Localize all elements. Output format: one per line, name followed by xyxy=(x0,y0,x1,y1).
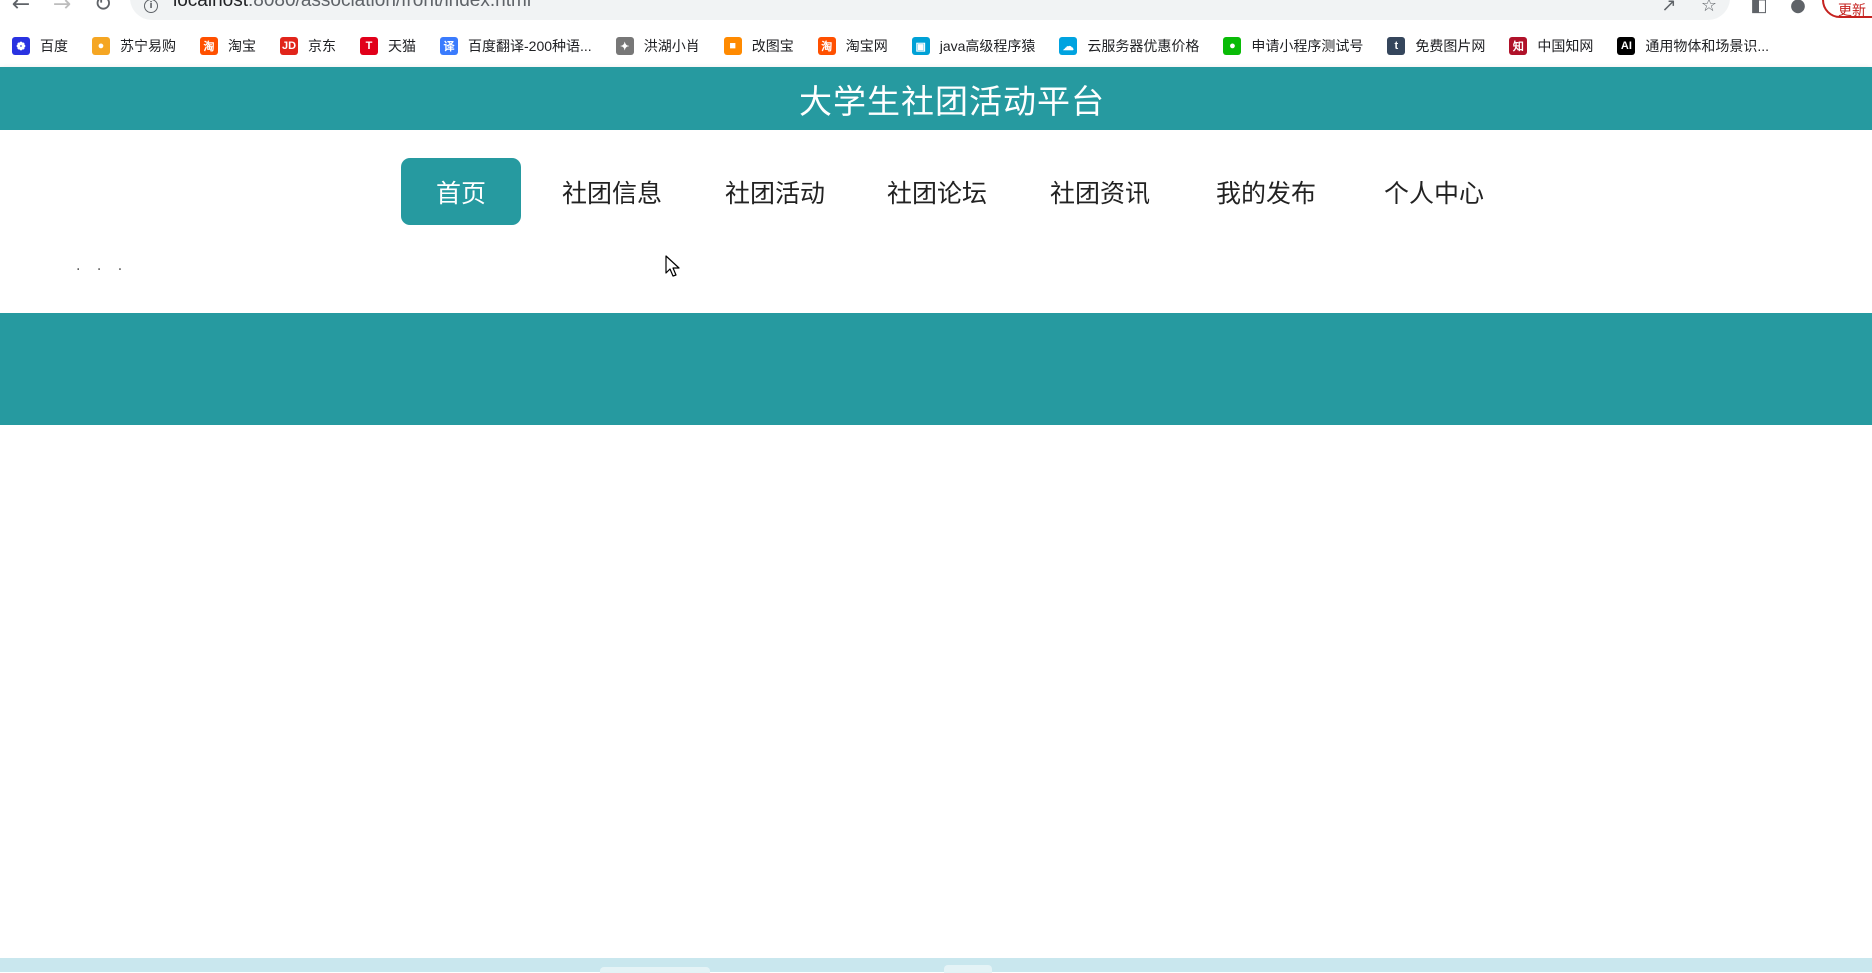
bookmark-label: 天猫 xyxy=(388,38,416,54)
url-host: localhost xyxy=(173,0,248,11)
translate-icon: 译 xyxy=(440,37,458,55)
bookmark-item[interactable]: 淘淘宝网 xyxy=(817,32,898,60)
bookmark-item[interactable]: 译百度翻译-200种语... xyxy=(440,32,602,60)
share-icon[interactable]: ↗ xyxy=(1658,0,1680,16)
bookmark-label: 百度翻译-200种语... xyxy=(468,38,592,54)
nav-item-club-forum[interactable]: 社团论坛 xyxy=(877,158,997,225)
back-arrow-icon[interactable]: ← xyxy=(8,0,34,18)
bookmark-label: 中国知网 xyxy=(1537,38,1594,54)
bilibili-icon: ▣ xyxy=(911,37,930,55)
hero-banner xyxy=(0,313,1872,425)
main-nav: 首页 社团信息 社团活动 社团论坛 社团资讯 我的发布 个人中心 xyxy=(0,130,1872,255)
url-text[interactable]: localhost:8080/association/front/index.h… xyxy=(173,0,531,12)
bookmark-item[interactable]: ▣ java高级程序猿 xyxy=(911,32,1046,60)
bookmark-item[interactable]: ✦ 洪湖小肖 xyxy=(615,32,710,60)
suning-icon: ● xyxy=(92,37,110,55)
bookmarks-bar: ❁ 百度 ● 苏宁易购淘淘宝 JD 京东 T 天猫译百度翻译-200种语... ✦ 洪湖小肖 ■ 改图… xyxy=(0,26,1872,66)
update-button[interactable]: 更新 xyxy=(1822,0,1872,19)
nav-item-home[interactable]: 首页 xyxy=(401,158,521,225)
bookmark-item[interactable]: ■ 改图宝 xyxy=(723,32,804,60)
mouse-cursor-icon xyxy=(665,255,680,277)
bookmark-item[interactable]: T 天猫 xyxy=(360,32,426,60)
bookmark-item[interactable]: ❁ 百度 xyxy=(12,32,78,60)
tmall-icon: T xyxy=(360,37,378,55)
bookmark-item[interactable]: 知中国知网 xyxy=(1509,32,1603,60)
browser-toolbar: ← → ↻ i localhost:8080/association/front… xyxy=(0,0,1872,26)
nav-item-my-posts[interactable]: 我的发布 xyxy=(1206,158,1326,225)
site-header: 大学生社团活动平台 xyxy=(0,67,1872,130)
nav-item-club-info[interactable]: 社团信息 xyxy=(552,158,672,225)
bookmark-item[interactable]: ● 申请小程序测试号 xyxy=(1223,32,1373,60)
baidu-paw-icon: ❁ xyxy=(12,37,30,55)
bookmark-label: 改图宝 xyxy=(751,38,794,54)
site-title: 大学生社团活动平台 xyxy=(799,81,1105,121)
bee-icon: ✦ xyxy=(615,37,634,55)
bookmark-item[interactable]: 淘淘宝 xyxy=(200,32,266,60)
cloud-icon: ☁ xyxy=(1059,37,1078,55)
wechat-icon: ● xyxy=(1223,37,1242,55)
forward-arrow-icon[interactable]: → xyxy=(49,0,75,18)
bookmark-label: 通用物体和场景识... xyxy=(1645,38,1770,54)
nav-item-club-activities[interactable]: 社团活动 xyxy=(715,158,835,225)
url-path: :8080/association/front/index.html xyxy=(248,0,532,11)
bookmark-item[interactable]: ● 苏宁易购 xyxy=(92,32,186,60)
bookmark-label: 云服务器优惠价格 xyxy=(1087,38,1200,54)
jd-icon: JD xyxy=(280,37,298,55)
bookmark-item[interactable]: t 免费图片网 xyxy=(1387,32,1495,60)
nav-item-club-news[interactable]: 社团资讯 xyxy=(1040,158,1160,225)
side-panel-icon[interactable]: ◧ xyxy=(1748,0,1770,16)
bookmark-label: 京东 xyxy=(308,38,336,54)
star-icon[interactable]: ☆ xyxy=(1698,0,1720,16)
bookmark-item[interactable]: ☁ 云服务器优惠价格 xyxy=(1059,32,1209,60)
bookmark-label: 免费图片网 xyxy=(1415,38,1486,54)
bookmark-label: 洪湖小肖 xyxy=(643,38,700,54)
bookmark-label: 淘宝 xyxy=(228,38,256,54)
bookmark-label: 淘宝网 xyxy=(845,38,888,54)
loading-dots: . . . xyxy=(76,258,129,274)
bottom-strip xyxy=(0,958,1872,973)
bookmark-label: 百度 xyxy=(40,38,68,54)
tumblr-icon: t xyxy=(1387,37,1406,55)
bookmark-item[interactable]: JD 京东 xyxy=(280,32,346,60)
bottom-tab xyxy=(600,967,710,973)
bookmark-label: 苏宁易购 xyxy=(120,38,176,54)
reload-icon[interactable]: ↻ xyxy=(90,0,116,18)
bookmark-label: 申请小程序测试号 xyxy=(1251,38,1364,54)
taobao-icon: 淘 xyxy=(817,37,836,55)
taobao-icon: 淘 xyxy=(200,37,218,55)
profile-avatar-icon[interactable]: ● xyxy=(1787,0,1809,16)
bookmark-item[interactable]: AI 通用物体和场景识... xyxy=(1617,32,1779,60)
bookmark-label: java高级程序猿 xyxy=(939,38,1036,54)
gaitubao-icon: ■ xyxy=(723,37,742,55)
ai-icon: AI xyxy=(1617,37,1636,55)
nav-item-personal-center[interactable]: 个人中心 xyxy=(1374,158,1494,225)
cnki-icon: 知 xyxy=(1509,37,1528,55)
update-label: 更新 xyxy=(1838,3,1866,19)
